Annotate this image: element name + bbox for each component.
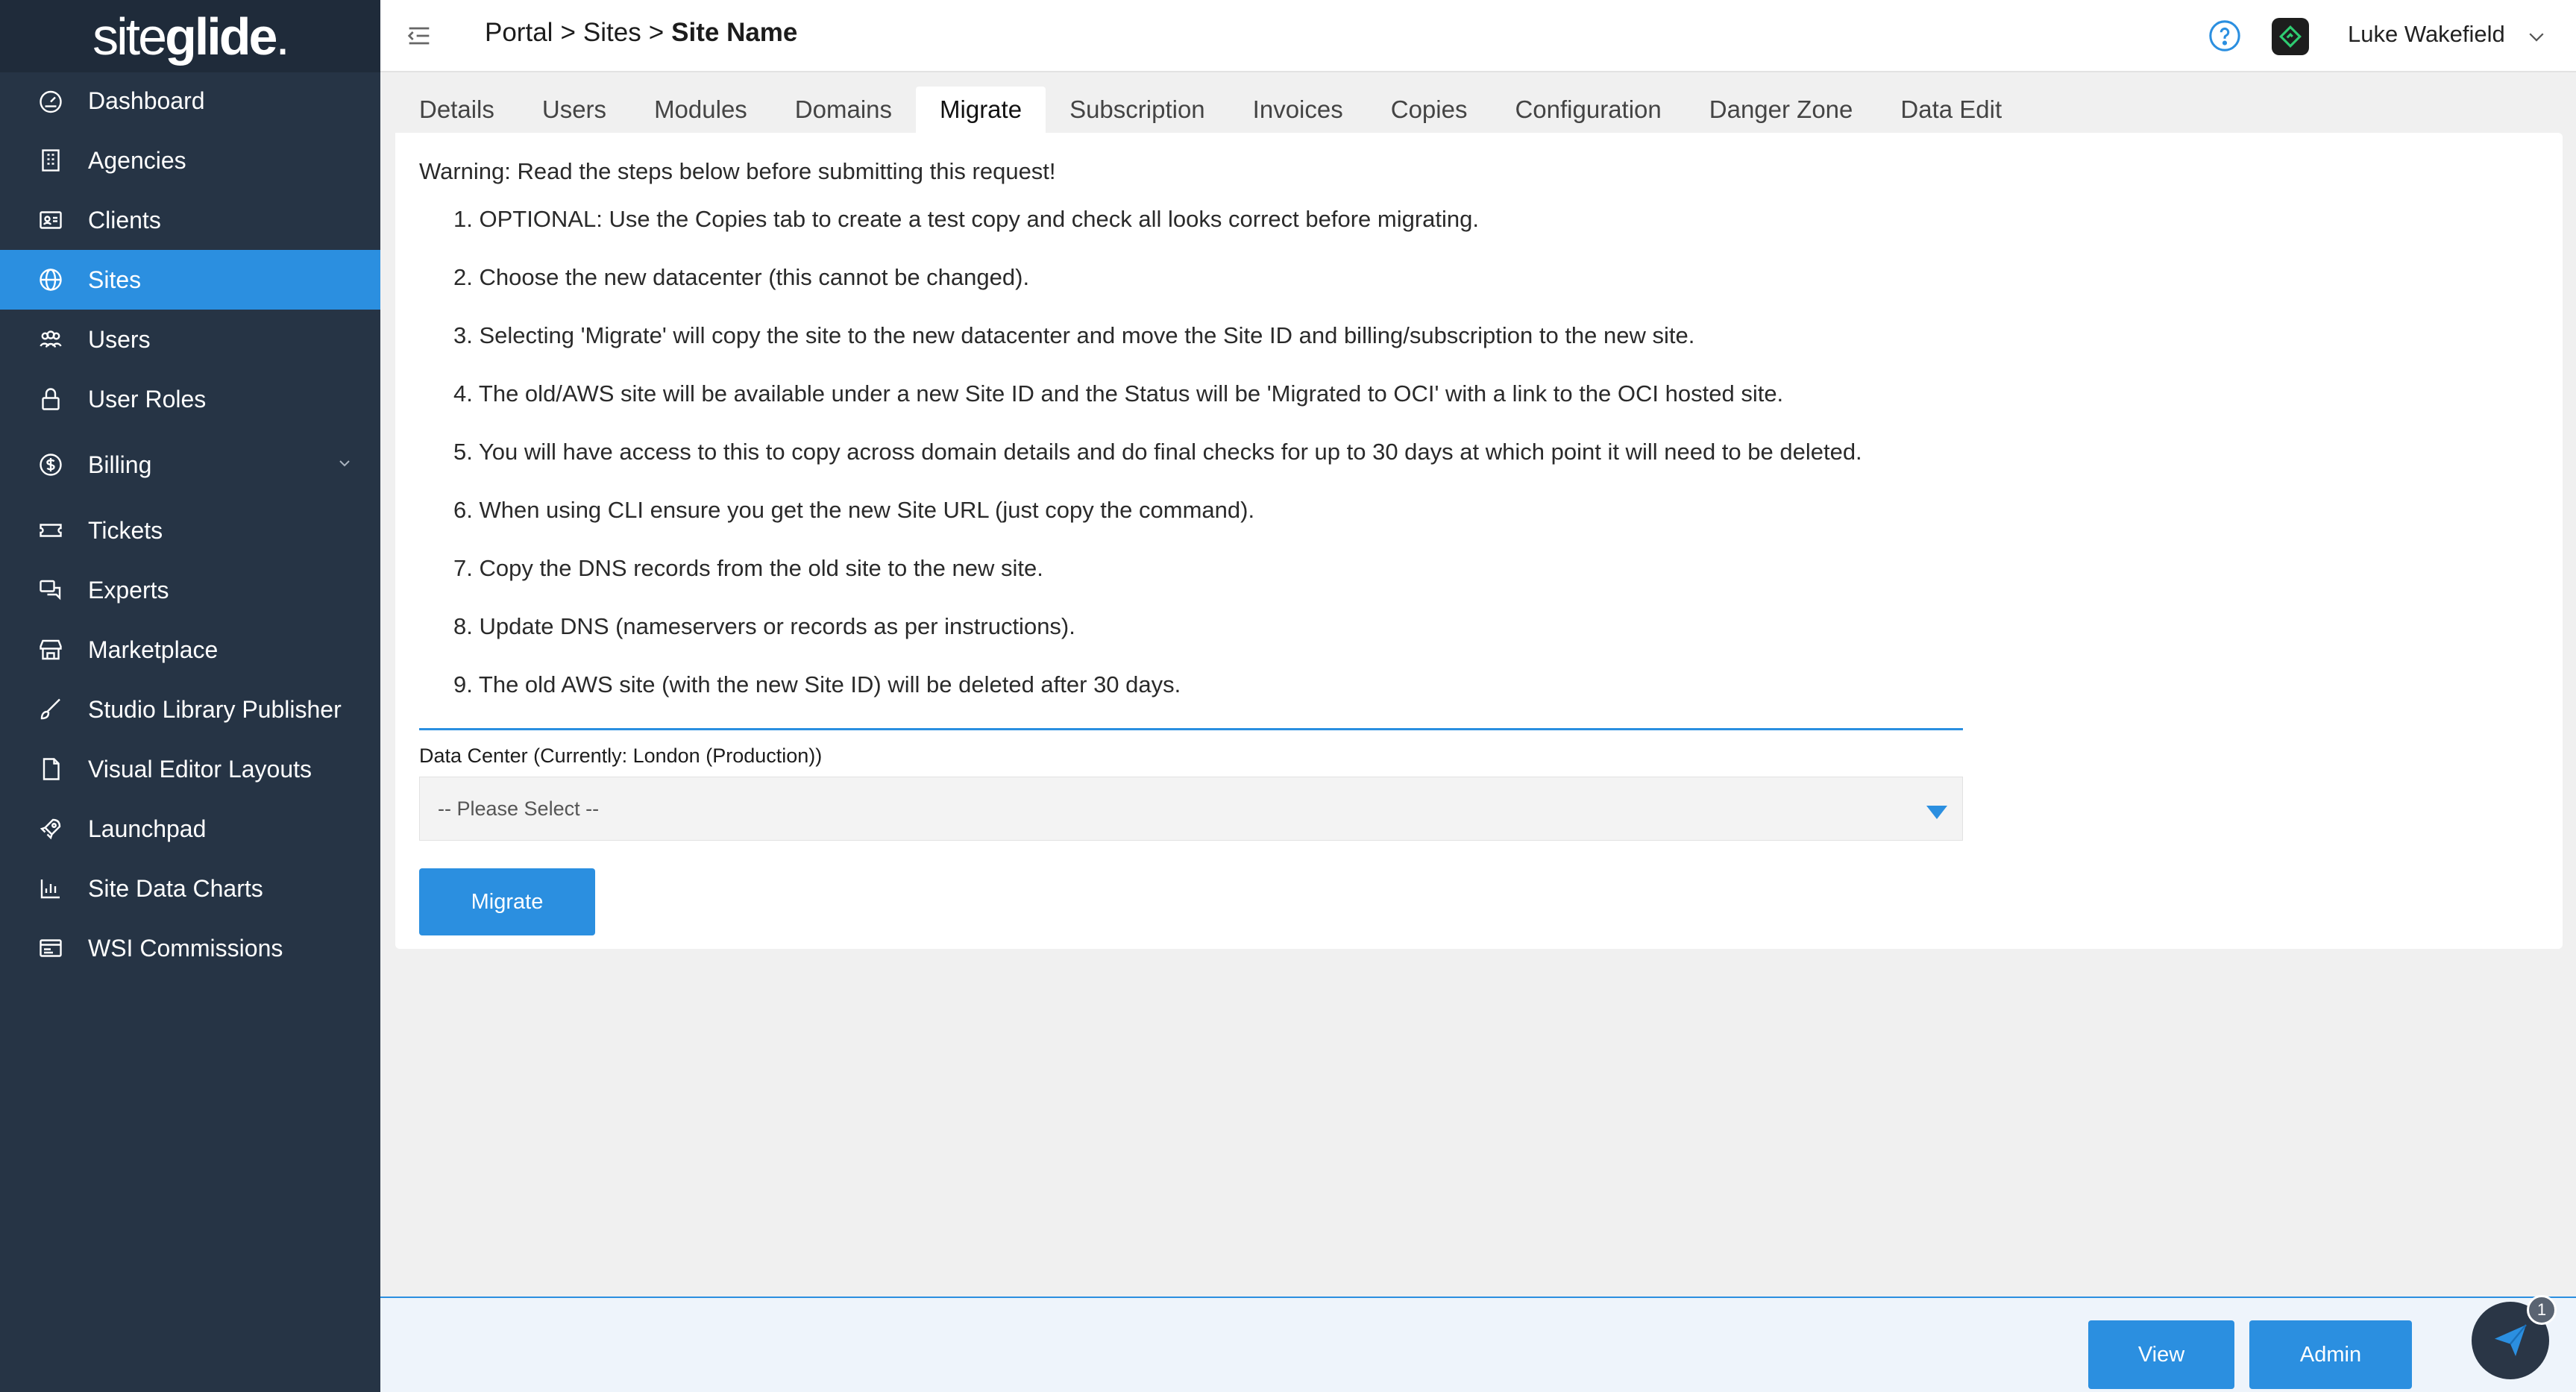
sidebar-item-studio-library-publisher[interactable]: Studio Library Publisher [0,680,380,739]
sidebar-item-label: Site Data Charts [88,874,263,902]
building-icon [42,149,60,172]
admin-button[interactable]: Admin [2249,1320,2412,1389]
logo[interactable]: siteglide. [0,0,380,72]
logo-text: siteglide. [92,7,290,66]
lock-icon [42,388,60,410]
tab-danger-zone[interactable]: Danger Zone [1686,87,1877,133]
tab-details[interactable]: Details [395,87,518,133]
contact-card-icon [40,211,62,229]
data-center-label: Data Center (Currently: London (Producti… [419,744,823,767]
notification-badge: 1 [2527,1295,2557,1325]
sidebar-item-launchpad[interactable]: Launchpad [0,799,380,859]
user-menu-name[interactable]: Luke Wakefield [2348,21,2505,48]
menu-collapse-icon[interactable] [403,21,436,51]
data-center-select[interactable]: -- Please Select -- [419,777,1963,841]
list-item: 7. Copy the DNS records from the old sit… [453,555,1043,581]
tab-migrate[interactable]: Migrate [916,87,1046,133]
tab-invoices[interactable]: Invoices [1229,87,1367,133]
breadcrumb-current: Site Name [671,18,798,47]
sidebar-item-label: Agencies [88,146,186,174]
sidebar-item-label: Visual Editor Layouts [88,755,312,783]
list-item: 8. Update DNS (nameservers or records as… [453,613,1075,639]
tab-domains[interactable]: Domains [771,87,916,133]
help-icon[interactable] [2208,19,2242,53]
rocket-icon [40,818,61,840]
sidebar-item-label: Studio Library Publisher [88,695,342,723]
dollar-circle-icon [40,454,62,476]
sidebar-item-label: WSI Commissions [88,934,283,962]
sidebar-item-label: Launchpad [88,815,207,842]
sidebar-item-marketplace[interactable]: Marketplace [0,620,380,680]
sidebar-item-label: Tickets [88,516,163,544]
migrate-steps-list: 1. OPTIONAL: Use the Copies tab to creat… [453,204,1862,728]
sidebar-item-sites[interactable]: Sites [0,250,380,310]
sidebar-item-label: Sites [88,266,142,293]
sidebar-item-clients[interactable]: Clients [0,190,380,250]
store-icon [40,639,62,660]
sidebar-item-label: User Roles [88,385,207,413]
view-button[interactable]: View [2088,1320,2234,1389]
sidebar-item-label: Clients [88,206,161,233]
tab-modules[interactable]: Modules [630,87,771,133]
breadcrumb-portal[interactable]: Portal [485,18,553,48]
list-item: 5. You will have access to this to copy … [453,439,1862,465]
app-switcher-icon[interactable] [2272,18,2309,55]
top-header: Portal > Sites > Site Name Luke Wakefiel… [380,0,2576,72]
tab-copies[interactable]: Copies [1367,87,1492,133]
sidebar-item-label: Users [88,325,151,353]
list-item: 3. Selecting 'Migrate' will copy the sit… [453,322,1695,348]
sidebar-item-agencies[interactable]: Agencies [0,131,380,190]
breadcrumb-sites[interactable]: Sites [583,18,641,48]
sidebar-item-label: Dashboard [88,87,205,114]
sidebar-item-billing[interactable]: Billing [0,435,380,495]
footer-bar: View Admin [380,1297,2576,1392]
tab-users[interactable]: Users [518,87,630,133]
list-item: 1. OPTIONAL: Use the Copies tab to creat… [453,206,1479,232]
sidebar-item-label: Marketplace [88,636,219,663]
tab-configuration[interactable]: Configuration [1491,87,1685,133]
site-tabs: Details Users Modules Domains Migrate Su… [395,87,2026,133]
data-center-select-value: -- Please Select -- [438,797,600,820]
divider [419,728,1963,730]
breadcrumb-separator: > [648,18,665,47]
caret-down-icon [1926,806,1947,819]
sidebar-item-user-roles[interactable]: User Roles [0,369,380,429]
users-icon [40,330,62,348]
breadcrumb-separator: > [560,18,576,47]
speedometer-icon [40,90,62,113]
tab-subscription[interactable]: Subscription [1046,87,1229,133]
sidebar-item-dashboard[interactable]: Dashboard [0,71,380,131]
list-item: 4. The old/AWS site will be available un… [453,380,1784,407]
breadcrumb: Portal > Sites > Site Name [485,18,797,48]
migrate-panel: Warning: Read the steps below before sub… [395,133,2563,949]
chevron-down-icon [339,460,350,467]
migrate-button[interactable]: Migrate [419,868,595,935]
sidebar-item-experts[interactable]: Experts [0,560,380,620]
document-icon [43,758,60,780]
chevron-down-icon[interactable] [2525,25,2548,48]
bar-chart-icon [40,880,60,899]
sidebar-item-label: Experts [88,576,169,603]
sidebar-item-label: Billing [88,451,152,478]
paper-plane-icon [2495,1324,2527,1356]
globe-icon [40,269,62,291]
sidebar: siteglide. Dashboard Agencies Clients Si… [0,0,380,1392]
chat-bubbles-icon [40,580,61,601]
sidebar-item-site-data-charts[interactable]: Site Data Charts [0,859,380,918]
sidebar-item-users[interactable]: Users [0,310,380,369]
list-item: 6. When using CLI ensure you get the new… [453,497,1255,523]
sidebar-item-tickets[interactable]: Tickets [0,501,380,560]
list-item: 9. The old AWS site (with the new Site I… [453,671,1181,697]
brush-icon [40,698,60,720]
sidebar-item-wsi-commissions[interactable]: WSI Commissions [0,918,380,978]
list-card-icon [40,939,62,957]
tab-data-edit[interactable]: Data Edit [1876,87,2026,133]
sidebar-item-visual-editor-layouts[interactable]: Visual Editor Layouts [0,739,380,799]
migrate-warning: Warning: Read the steps below before sub… [419,158,1056,184]
ticket-icon [40,524,62,537]
list-item: 2. Choose the new datacenter (this canno… [453,264,1030,290]
